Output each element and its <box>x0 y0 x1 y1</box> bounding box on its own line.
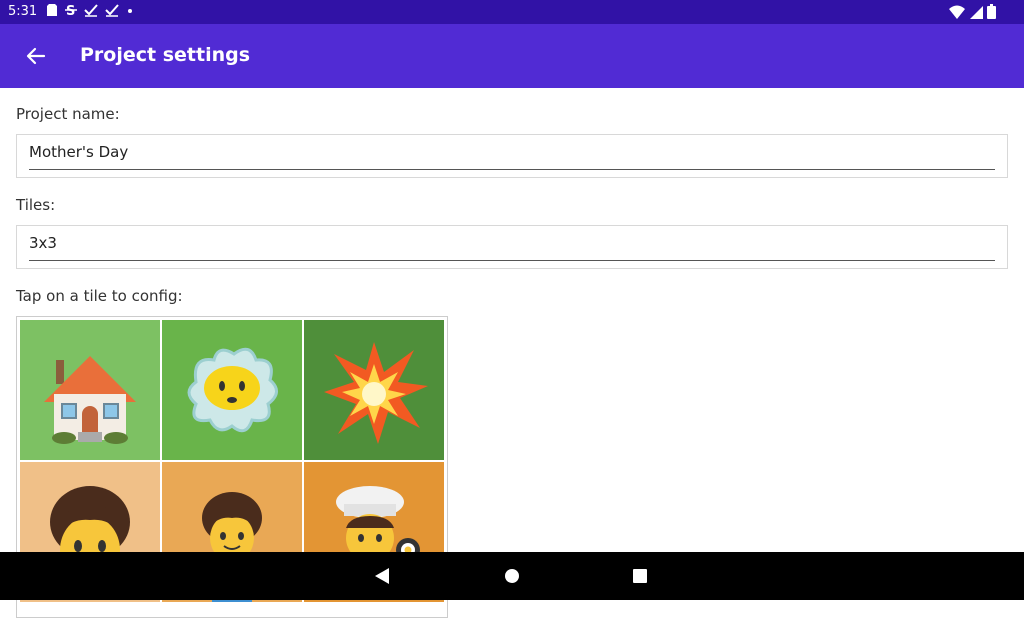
tile-house[interactable] <box>20 320 160 460</box>
status-notification-icons: S <box>46 3 134 17</box>
tiles-input[interactable] <box>29 226 995 261</box>
check-icon <box>105 4 119 17</box>
status-bar: 5:31 S <box>0 0 1024 24</box>
recents-square-icon <box>633 569 647 583</box>
dot-icon <box>128 9 132 13</box>
status-time: 5:31 <box>8 4 38 19</box>
sim-card-icon <box>47 4 57 16</box>
nav-back-button[interactable] <box>370 564 394 588</box>
collision-icon <box>324 342 428 444</box>
s-app-icon: S <box>65 4 77 17</box>
tiles-label: Tiles: <box>16 196 56 214</box>
back-arrow-icon <box>26 47 46 65</box>
back-triangle-icon <box>375 568 389 584</box>
house-icon <box>44 356 136 444</box>
app-bar: Project settings <box>0 24 1024 88</box>
exploding-face-icon <box>187 347 278 433</box>
nav-recents-button[interactable] <box>628 564 652 588</box>
signal-icon <box>970 5 983 19</box>
nav-home-button[interactable] <box>500 564 524 588</box>
check-icon <box>84 4 98 17</box>
tile-exploding-face[interactable] <box>162 320 302 460</box>
page-title: Project settings <box>80 44 251 66</box>
battery-icon <box>987 4 996 19</box>
project-name-label: Project name: <box>16 105 120 123</box>
project-name-input[interactable] <box>29 135 995 170</box>
project-name-field-container <box>16 134 1008 178</box>
back-button[interactable] <box>20 40 52 72</box>
tile-grid-label: Tap on a tile to config: <box>16 287 183 305</box>
tile-collision[interactable] <box>304 320 444 460</box>
home-circle-icon <box>505 569 519 583</box>
tiles-field-container <box>16 225 1008 269</box>
status-system-icons <box>949 4 996 19</box>
wifi-icon <box>949 5 965 19</box>
system-nav-bar <box>0 552 1024 600</box>
